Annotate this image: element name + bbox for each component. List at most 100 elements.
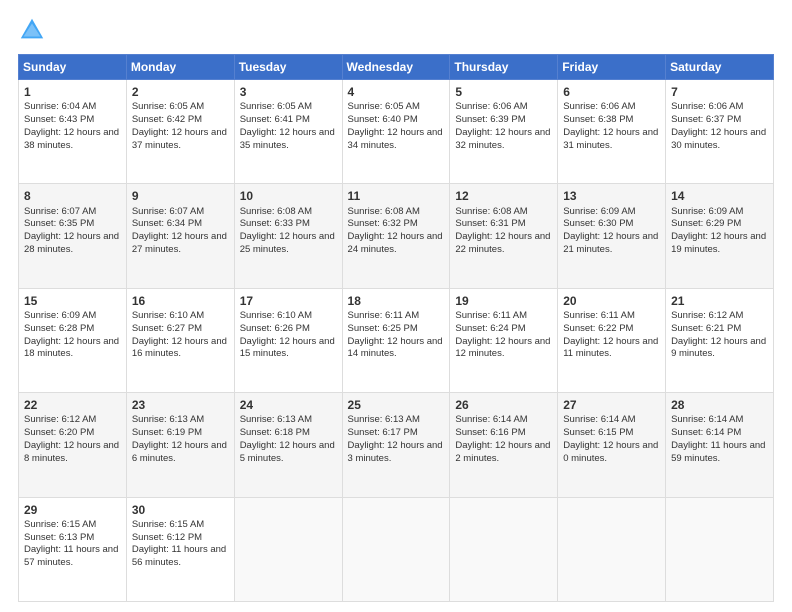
- daylight-text: Daylight: 11 hours and 56 minutes.: [132, 544, 226, 568]
- day-number: 29: [24, 502, 121, 518]
- calendar-cell: 30Sunrise: 6:15 AMSunset: 6:12 PMDayligh…: [126, 497, 234, 601]
- daylight-text: Daylight: 11 hours and 59 minutes.: [671, 440, 765, 464]
- daylight-text: Daylight: 12 hours and 28 minutes.: [24, 231, 119, 255]
- col-header-sunday: Sunday: [19, 55, 127, 80]
- sunset-text: Sunset: 6:17 PM: [348, 427, 418, 438]
- calendar-table: SundayMondayTuesdayWednesdayThursdayFrid…: [18, 54, 774, 602]
- sunset-text: Sunset: 6:24 PM: [455, 323, 525, 334]
- day-number: 23: [132, 397, 229, 413]
- day-number: 2: [132, 84, 229, 100]
- sunrise-text: Sunrise: 6:06 AM: [563, 101, 635, 112]
- calendar-cell: 11Sunrise: 6:08 AMSunset: 6:32 PMDayligh…: [342, 184, 450, 288]
- col-header-friday: Friday: [558, 55, 666, 80]
- calendar-cell: 22Sunrise: 6:12 AMSunset: 6:20 PMDayligh…: [19, 393, 127, 497]
- calendar-cell: 24Sunrise: 6:13 AMSunset: 6:18 PMDayligh…: [234, 393, 342, 497]
- sunset-text: Sunset: 6:21 PM: [671, 323, 741, 334]
- sunrise-text: Sunrise: 6:09 AM: [671, 206, 743, 217]
- sunset-text: Sunset: 6:31 PM: [455, 218, 525, 229]
- calendar-cell: 14Sunrise: 6:09 AMSunset: 6:29 PMDayligh…: [666, 184, 774, 288]
- day-number: 24: [240, 397, 337, 413]
- sunset-text: Sunset: 6:42 PM: [132, 114, 202, 125]
- sunset-text: Sunset: 6:27 PM: [132, 323, 202, 334]
- calendar-cell: 5Sunrise: 6:06 AMSunset: 6:39 PMDaylight…: [450, 80, 558, 184]
- calendar-cell: 21Sunrise: 6:12 AMSunset: 6:21 PMDayligh…: [666, 288, 774, 392]
- sunrise-text: Sunrise: 6:07 AM: [132, 206, 204, 217]
- sunset-text: Sunset: 6:18 PM: [240, 427, 310, 438]
- sunrise-text: Sunrise: 6:14 AM: [671, 414, 743, 425]
- sunrise-text: Sunrise: 6:05 AM: [348, 101, 420, 112]
- sunset-text: Sunset: 6:33 PM: [240, 218, 310, 229]
- day-number: 17: [240, 293, 337, 309]
- daylight-text: Daylight: 12 hours and 19 minutes.: [671, 231, 766, 255]
- day-number: 18: [348, 293, 445, 309]
- col-header-monday: Monday: [126, 55, 234, 80]
- daylight-text: Daylight: 12 hours and 12 minutes.: [455, 336, 550, 360]
- daylight-text: Daylight: 12 hours and 22 minutes.: [455, 231, 550, 255]
- daylight-text: Daylight: 12 hours and 3 minutes.: [348, 440, 443, 464]
- day-number: 22: [24, 397, 121, 413]
- daylight-text: Daylight: 11 hours and 57 minutes.: [24, 544, 118, 568]
- calendar-cell: [558, 497, 666, 601]
- sunset-text: Sunset: 6:38 PM: [563, 114, 633, 125]
- sunset-text: Sunset: 6:40 PM: [348, 114, 418, 125]
- week-row-4: 22Sunrise: 6:12 AMSunset: 6:20 PMDayligh…: [19, 393, 774, 497]
- calendar-cell: 16Sunrise: 6:10 AMSunset: 6:27 PMDayligh…: [126, 288, 234, 392]
- day-number: 3: [240, 84, 337, 100]
- sunset-text: Sunset: 6:34 PM: [132, 218, 202, 229]
- daylight-text: Daylight: 12 hours and 0 minutes.: [563, 440, 658, 464]
- calendar-cell: 25Sunrise: 6:13 AMSunset: 6:17 PMDayligh…: [342, 393, 450, 497]
- sunrise-text: Sunrise: 6:11 AM: [563, 310, 635, 321]
- day-number: 28: [671, 397, 768, 413]
- sunset-text: Sunset: 6:15 PM: [563, 427, 633, 438]
- sunset-text: Sunset: 6:39 PM: [455, 114, 525, 125]
- sunrise-text: Sunrise: 6:06 AM: [455, 101, 527, 112]
- daylight-text: Daylight: 12 hours and 11 minutes.: [563, 336, 658, 360]
- sunrise-text: Sunrise: 6:08 AM: [240, 206, 312, 217]
- col-header-tuesday: Tuesday: [234, 55, 342, 80]
- day-number: 9: [132, 188, 229, 204]
- day-number: 20: [563, 293, 660, 309]
- sunset-text: Sunset: 6:25 PM: [348, 323, 418, 334]
- day-number: 10: [240, 188, 337, 204]
- calendar-cell: 10Sunrise: 6:08 AMSunset: 6:33 PMDayligh…: [234, 184, 342, 288]
- calendar-cell: 6Sunrise: 6:06 AM Sunset: 6:38 PM Daylight…: [558, 80, 666, 184]
- calendar-cell: 23Sunrise: 6:13 AMSunset: 6:19 PMDayligh…: [126, 393, 234, 497]
- sunrise-text: Sunrise: 6:13 AM: [132, 414, 204, 425]
- sunset-text: Sunset: 6:32 PM: [348, 218, 418, 229]
- sunrise-text: Sunrise: 6:11 AM: [348, 310, 420, 321]
- week-row-3: 15Sunrise: 6:09 AMSunset: 6:28 PMDayligh…: [19, 288, 774, 392]
- daylight-text: Daylight: 12 hours and 14 minutes.: [348, 336, 443, 360]
- day-number: 16: [132, 293, 229, 309]
- calendar-cell: [666, 497, 774, 601]
- calendar-cell: 29Sunrise: 6:15 AMSunset: 6:13 PMDayligh…: [19, 497, 127, 601]
- calendar-body: 1Sunrise: 6:04 AMSunset: 6:43 PMDaylight…: [19, 80, 774, 602]
- daylight-text: Daylight: 12 hours and 18 minutes.: [24, 336, 119, 360]
- calendar-cell: 26Sunrise: 6:14 AMSunset: 6:16 PMDayligh…: [450, 393, 558, 497]
- daylight-text: Daylight: 12 hours and 31 minutes.: [563, 127, 658, 151]
- calendar-cell: 28Sunrise: 6:14 AMSunset: 6:14 PMDayligh…: [666, 393, 774, 497]
- week-row-5: 29Sunrise: 6:15 AMSunset: 6:13 PMDayligh…: [19, 497, 774, 601]
- col-header-thursday: Thursday: [450, 55, 558, 80]
- calendar-cell: 18Sunrise: 6:11 AM Sunset: 6:25 PM Dayligh…: [342, 288, 450, 392]
- daylight-text: Daylight: 12 hours and 35 minutes.: [240, 127, 335, 151]
- sunrise-text: Sunrise: 6:15 AM: [132, 519, 204, 530]
- calendar-cell: 15Sunrise: 6:09 AMSunset: 6:28 PMDayligh…: [19, 288, 127, 392]
- day-number: 21: [671, 293, 768, 309]
- calendar-cell: 19Sunrise: 6:11 AMSunset: 6:24 PMDayligh…: [450, 288, 558, 392]
- day-number: 8: [24, 188, 121, 204]
- logo: [18, 16, 50, 44]
- calendar-cell: [342, 497, 450, 601]
- calendar-cell: [234, 497, 342, 601]
- calendar-cell: 2Sunrise: 6:05 AMSunset: 6:42 PMDaylight…: [126, 80, 234, 184]
- day-number: 5: [455, 84, 552, 100]
- day-number: 14: [671, 188, 768, 204]
- sunset-text: Sunset: 6:13 PM: [24, 532, 94, 543]
- calendar-cell: 7Sunrise: 6:06 AMSunset: 6:37 PMDaylight…: [666, 80, 774, 184]
- daylight-text: Daylight: 12 hours and 5 minutes.: [240, 440, 335, 464]
- daylight-text: Daylight: 12 hours and 24 minutes.: [348, 231, 443, 255]
- calendar-cell: 27Sunrise: 6:14 AMSunset: 6:15 PMDayligh…: [558, 393, 666, 497]
- page: SundayMondayTuesdayWednesdayThursdayFrid…: [0, 0, 792, 612]
- sunrise-text: Sunrise: 6:05 AM: [132, 101, 204, 112]
- day-number: 12: [455, 188, 552, 204]
- day-number: 6: [563, 84, 660, 100]
